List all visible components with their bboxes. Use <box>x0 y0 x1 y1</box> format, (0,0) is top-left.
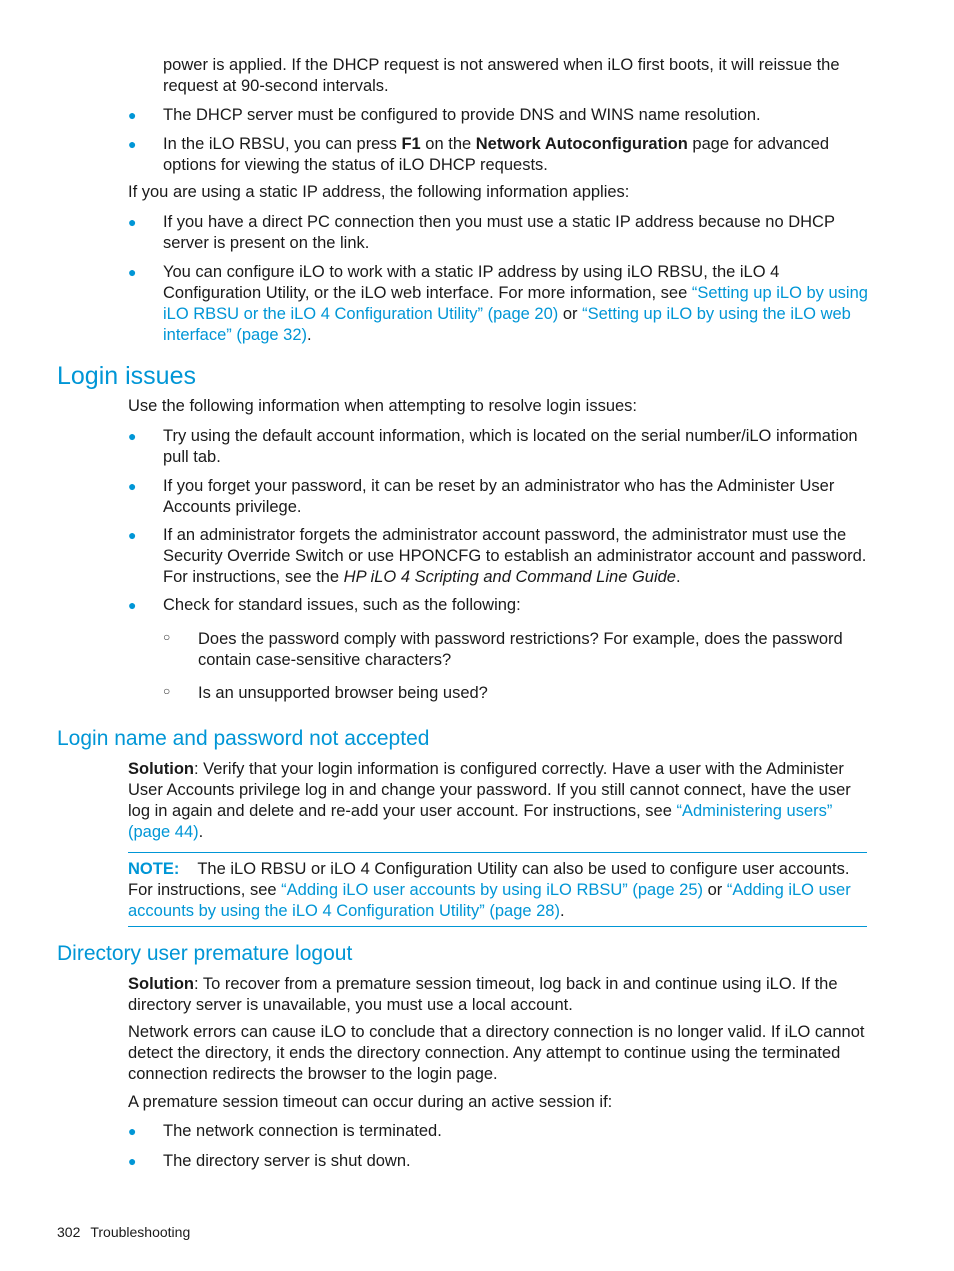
key-f1: F1 <box>401 135 421 153</box>
bullet-icon: ● <box>128 1153 137 1169</box>
solution-label: Solution <box>128 760 194 778</box>
list-item-text: If you have a direct PC connection then … <box>163 213 835 252</box>
guide-title: HP iLO 4 Scripting and Command Line Guid… <box>343 568 676 586</box>
bullet-icon: ● <box>128 107 137 123</box>
bullet-icon: ● <box>128 264 137 280</box>
list-item-text: You can configure iLO to work with a sta… <box>163 263 868 344</box>
note-label: NOTE: <box>128 860 180 878</box>
login-issues-intro: Use the following information when attem… <box>128 397 638 415</box>
note-box: NOTE: The iLO RBSU or iLO 4 Configuration… <box>128 852 867 927</box>
heading-login-issues: Login issues <box>57 362 196 390</box>
page-number: 302 <box>57 1224 81 1240</box>
list-item-text: The DHCP server must be configured to pr… <box>163 106 761 124</box>
sub-list-item-text: Does the password comply with password r… <box>198 630 843 669</box>
timeout-intro: A premature session timeout can occur du… <box>128 1093 613 1111</box>
sub-list-item-text: Is an unsupported browser being used? <box>198 684 488 702</box>
solution-paragraph: Solution: To recover from a premature se… <box>128 975 838 1014</box>
page-name-network-autoconfiguration: Network Autoconfiguration <box>475 135 688 153</box>
list-item-text: Check for standard issues, such as the f… <box>163 596 521 614</box>
document-page: power is applied. If the DHCP request is… <box>0 0 954 1271</box>
link-adding-users-rbsu[interactable]: “Adding iLO user accounts by using iLO R… <box>281 881 703 899</box>
bullet-icon: ● <box>128 478 137 494</box>
footer-section: Troubleshooting <box>90 1224 191 1240</box>
list-item-text: The directory server is shut down. <box>163 1152 411 1170</box>
circle-bullet-icon: ○ <box>163 630 171 644</box>
list-item-text: The network connection is terminated. <box>163 1122 442 1140</box>
note-text: NOTE: The iLO RBSU or iLO 4 Configuration… <box>128 860 851 920</box>
list-item-text: If an administrator forgets the administ… <box>163 526 867 586</box>
list-item-text: In the iLO RBSU, you can press F1 on the… <box>163 135 830 174</box>
list-item-text: If you forget your password, it can be r… <box>163 477 835 516</box>
bullet-icon: ● <box>128 1123 137 1139</box>
continued-paragraph: power is applied. If the DHCP request is… <box>163 56 840 95</box>
list-item-text: Try using the default account informatio… <box>163 427 858 466</box>
bullet-icon: ● <box>128 428 137 444</box>
network-errors-paragraph: Network errors can cause iLO to conclude… <box>128 1023 865 1083</box>
circle-bullet-icon: ○ <box>163 684 171 698</box>
bullet-icon: ● <box>128 214 137 230</box>
page-footer: 302 Troubleshooting <box>57 1222 190 1243</box>
bullet-icon: ● <box>128 527 137 543</box>
solution-label: Solution <box>128 975 194 993</box>
heading-login-name-password: Login name and password not accepted <box>57 727 430 750</box>
bullet-icon: ● <box>128 597 137 613</box>
static-ip-intro: If you are using a static IP address, th… <box>128 183 630 201</box>
solution-paragraph: Solution: Verify that your login informa… <box>128 760 851 841</box>
heading-directory-logout: Directory user premature logout <box>57 942 353 965</box>
bullet-icon: ● <box>128 136 137 152</box>
